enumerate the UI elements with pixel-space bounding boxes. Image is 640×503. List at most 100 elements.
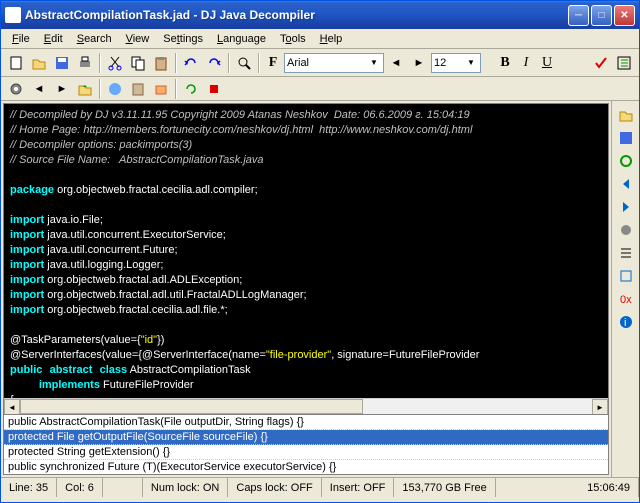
list-item[interactable]: public AbstractCompilationTask(File outp…: [4, 415, 608, 430]
status-gap: [103, 478, 143, 497]
code-text: org.objectweb.fractal.adl.ADLException;: [44, 274, 242, 286]
tree-icon: [618, 268, 634, 284]
code-text: org.objectweb.fractal.cecilia.adl.compil…: [54, 184, 258, 196]
svg-text:i: i: [624, 317, 626, 329]
tree-button[interactable]: [613, 52, 635, 74]
minimize-button[interactable]: ─: [568, 5, 589, 26]
side-refresh-button[interactable]: [616, 151, 636, 171]
code-text: AbstractCompilationTask: [127, 364, 251, 376]
menu-language[interactable]: Language: [210, 31, 273, 47]
folder-icon: [618, 107, 634, 123]
stop-button[interactable]: [203, 78, 225, 100]
side-next-button[interactable]: [616, 197, 636, 217]
scroll-thumb[interactable]: [20, 399, 363, 414]
font-selector[interactable]: Arial ▼: [284, 53, 384, 73]
code-editor[interactable]: // Decompiled by DJ v3.11.11.95 Copyrigh…: [4, 104, 608, 398]
code-text: java.util.concurrent.ExecutorService;: [44, 229, 226, 241]
main-area: // Decompiled by DJ v3.11.11.95 Copyrigh…: [1, 101, 639, 477]
back-button[interactable]: ◄: [28, 78, 50, 100]
stop-icon: [206, 81, 222, 97]
list-item[interactable]: public synchronized Future (T)(ExecutorS…: [4, 460, 608, 474]
maximize-button[interactable]: □: [591, 5, 612, 26]
menu-settings[interactable]: Settings: [156, 31, 210, 47]
close-button[interactable]: ✕: [614, 5, 635, 26]
menu-tools[interactable]: Tools: [273, 31, 313, 47]
side-open-button[interactable]: [616, 105, 636, 125]
chevron-down-icon[interactable]: ▼: [464, 58, 478, 67]
side-list-button[interactable]: [616, 243, 636, 263]
open-button[interactable]: [28, 52, 50, 74]
code-text: java.io.File;: [44, 214, 103, 226]
font-size-selector[interactable]: 12 ▼: [431, 53, 481, 73]
status-time: 15:06:49: [496, 478, 639, 497]
jar-button[interactable]: [127, 78, 149, 100]
status-capslock: Caps lock: OFF: [228, 478, 321, 497]
list-item[interactable]: protected File getOutputFile(SourceFile …: [4, 430, 608, 445]
side-save-button[interactable]: [616, 128, 636, 148]
scroll-right-button[interactable]: ►: [592, 399, 608, 415]
hex-icon: 0x: [618, 291, 634, 307]
menu-file[interactable]: File: [5, 31, 37, 47]
horizontal-scrollbar[interactable]: ◄ ►: [4, 398, 608, 414]
paste-button[interactable]: [150, 52, 172, 74]
package-button[interactable]: [150, 78, 172, 100]
menubar: File Edit Search View Settings Language …: [1, 29, 639, 49]
forward-button[interactable]: ►: [51, 78, 73, 100]
chevron-down-icon[interactable]: ▼: [367, 58, 381, 67]
side-info-button[interactable]: i: [616, 312, 636, 332]
toolbar-separator: [258, 53, 260, 73]
check-button[interactable]: [590, 52, 612, 74]
refresh-button[interactable]: [180, 78, 202, 100]
list-item[interactable]: protected String getExtension() {}: [4, 445, 608, 460]
cut-button[interactable]: [104, 52, 126, 74]
font-prev-button[interactable]: ◄: [385, 52, 407, 74]
print-button[interactable]: [74, 52, 96, 74]
up-button[interactable]: [74, 78, 96, 100]
toolbar-separator: [175, 79, 177, 99]
decompile-button[interactable]: [5, 78, 27, 100]
redo-button[interactable]: [203, 52, 225, 74]
menu-edit[interactable]: Edit: [37, 31, 70, 47]
method-list[interactable]: public AbstractCompilationTask(File outp…: [4, 414, 608, 474]
scroll-left-button[interactable]: ◄: [4, 399, 20, 415]
new-button[interactable]: [5, 52, 27, 74]
keyword: class: [100, 364, 128, 376]
find-button[interactable]: [233, 52, 255, 74]
statusbar: Line: 35 Col: 6 Num lock: ON Caps lock: …: [1, 477, 639, 497]
class-button[interactable]: [104, 78, 126, 100]
toolbar-separator: [99, 53, 101, 73]
font-next-button[interactable]: ►: [408, 52, 430, 74]
save-button[interactable]: [51, 52, 73, 74]
comment-line: // Source File Name: AbstractCompilation…: [10, 154, 264, 166]
keyword: import: [10, 304, 44, 316]
code-text: org.objectweb.fractal.adl.util.FractalAD…: [44, 289, 306, 301]
side-hex-button[interactable]: 0x: [616, 289, 636, 309]
status-disk: 153,770 GB Free: [394, 478, 495, 497]
scroll-track[interactable]: [20, 399, 592, 414]
menu-view[interactable]: View: [119, 31, 157, 47]
toolbar-main: F Arial ▼ ◄ ► 12 ▼ B I U: [1, 49, 639, 77]
menu-help[interactable]: Help: [313, 31, 350, 47]
new-icon: [8, 55, 24, 71]
menu-search[interactable]: Search: [70, 31, 119, 47]
gear-icon: [8, 81, 24, 97]
bold-button[interactable]: B: [495, 53, 515, 73]
save-icon: [54, 55, 70, 71]
side-settings-button[interactable]: [616, 220, 636, 240]
italic-button[interactable]: I: [516, 53, 536, 73]
undo-button[interactable]: [180, 52, 202, 74]
refresh-icon: [183, 81, 199, 97]
side-prev-button[interactable]: [616, 174, 636, 194]
side-tree-button[interactable]: [616, 266, 636, 286]
code-text: java.util.logging.Logger;: [44, 259, 163, 271]
keyword: import: [10, 244, 44, 256]
keyword: public: [10, 364, 42, 376]
underline-button[interactable]: U: [537, 53, 557, 73]
font-size-field[interactable]: 12: [434, 57, 464, 69]
folder-up-icon: [77, 81, 93, 97]
font-name-field[interactable]: Arial: [287, 57, 367, 69]
copy-button[interactable]: [127, 52, 149, 74]
annotation: , signature=FutureFileProvider: [331, 349, 479, 361]
keyword: import: [10, 229, 44, 241]
tree-icon: [616, 55, 632, 71]
